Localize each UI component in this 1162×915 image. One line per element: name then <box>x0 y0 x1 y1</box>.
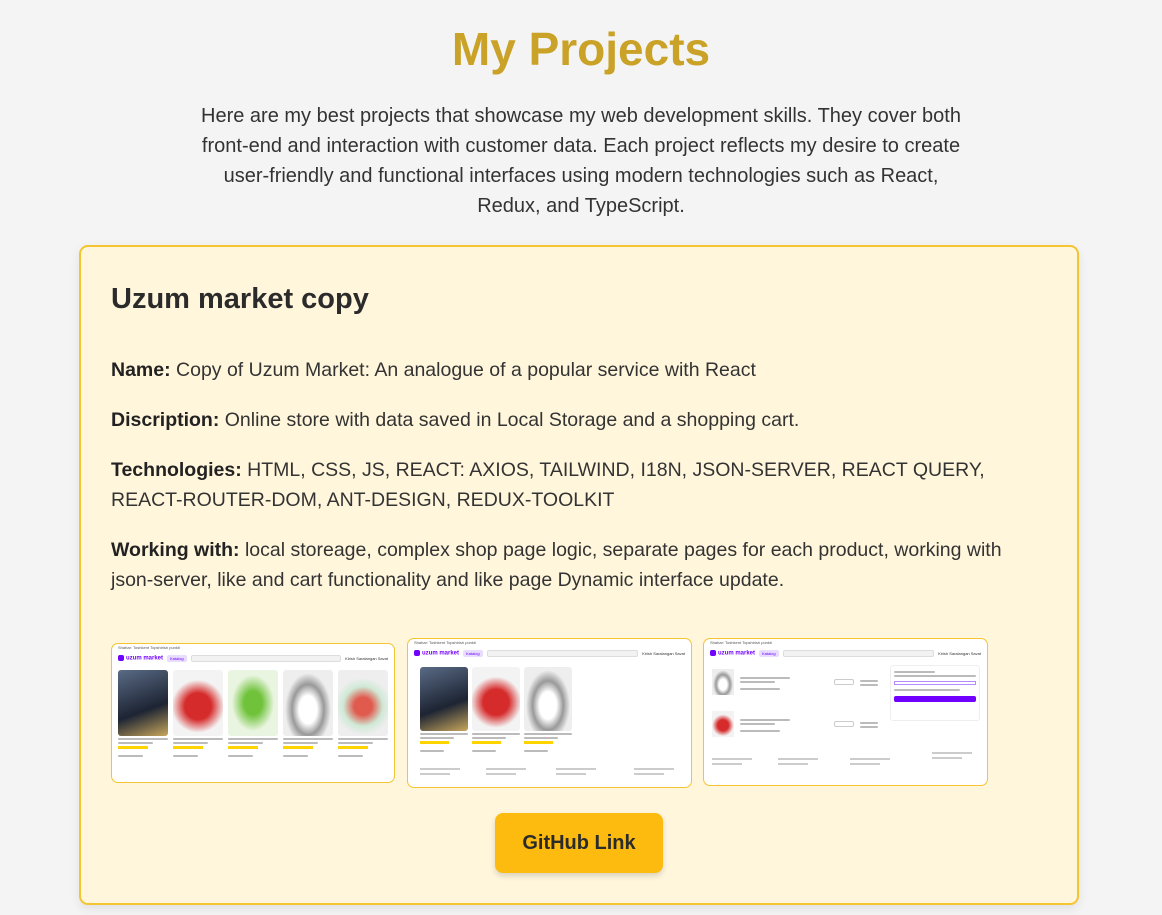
mini-header-links: Kirish Saralangan Savat <box>642 650 685 656</box>
mini-footer-col <box>712 755 752 765</box>
project-technologies-value: HTML, CSS, JS, REACT: AXIOS, TAILWIND, I… <box>111 459 985 511</box>
project-name-value: Copy of Uzum Market: An analogue of a po… <box>170 359 756 381</box>
cart-item <box>712 711 878 737</box>
mini-catalog: Katalog <box>463 649 483 657</box>
mini-header: uzum market Katalog Kirish Saralangan Sa… <box>112 652 394 664</box>
mini-footer-col <box>486 765 526 775</box>
uzum-logo-icon: uzum market <box>710 650 755 656</box>
product-image <box>524 667 572 731</box>
project-description-label: Discription: <box>111 409 220 431</box>
uzum-logo-icon: uzum market <box>414 650 459 656</box>
product-card <box>524 667 572 752</box>
mini-topbar: Shahar: Toshkent Topshirish punkti <box>414 640 476 645</box>
mini-footer-col <box>932 749 972 759</box>
project-screenshot-liked[interactable]: Shahar: Toshkent Topshirish punkti uzum … <box>407 638 692 788</box>
page-title: My Projects <box>451 23 711 75</box>
product-image <box>472 667 520 731</box>
product-image <box>118 670 168 736</box>
mini-topbar: Shahar: Toshkent Topshirish punkti <box>710 640 772 645</box>
project-description-value: Online store with data saved in Local St… <box>219 409 800 431</box>
project-working-with: Working with: local storeage, complex sh… <box>111 535 1031 595</box>
uzum-logo-icon: uzum market <box>118 655 163 661</box>
mini-search <box>782 649 935 657</box>
project-working-label: Working with: <box>111 539 240 561</box>
project-card: Uzum market copy Name: Copy of Uzum Mark… <box>79 245 1079 905</box>
product-image <box>228 670 278 736</box>
project-description: Discription: Online store with data save… <box>111 405 1031 435</box>
mini-footer-col <box>420 765 460 775</box>
cart-item <box>712 669 878 695</box>
project-title: Uzum market copy <box>111 283 369 315</box>
mini-footer-col <box>556 765 596 775</box>
project-technologies-label: Technologies: <box>111 459 242 481</box>
github-link-button[interactable]: GitHub Link <box>495 813 663 873</box>
mini-footer-col <box>778 755 818 765</box>
product-card <box>472 667 520 752</box>
product-image <box>420 667 468 731</box>
product-card <box>173 670 223 757</box>
mini-footer-col <box>850 755 890 765</box>
mini-search <box>486 649 639 657</box>
product-card <box>118 670 168 757</box>
project-screenshot-cart[interactable]: Shahar: Toshkent Topshirish punkti uzum … <box>703 638 988 786</box>
mini-footer-col <box>634 765 674 775</box>
product-card <box>338 670 388 757</box>
project-working-value: local storeage, complex shop page logic,… <box>111 539 1002 591</box>
project-screenshot-home[interactable]: Shahar: Toshkent Topshirish punkti uzum … <box>111 643 395 783</box>
project-name-label: Name: <box>111 359 171 381</box>
mini-catalog: Katalog <box>167 654 187 662</box>
cart-summary <box>890 665 980 721</box>
product-card <box>283 670 333 757</box>
mini-search <box>190 654 342 662</box>
mini-topbar: Shahar: Toshkent Topshirish punkti <box>118 645 180 650</box>
product-image <box>338 670 388 736</box>
product-card <box>228 670 278 757</box>
mini-header: uzum market Katalog Kirish Saralangan Sa… <box>408 647 691 659</box>
mini-header-links: Kirish Saralangan Savat <box>345 655 388 661</box>
product-card <box>420 667 468 752</box>
product-image <box>173 670 223 736</box>
project-name: Name: Copy of Uzum Market: An analogue o… <box>111 355 1031 385</box>
product-image <box>283 670 333 736</box>
mini-header: uzum market Katalog Kirish Saralangan Sa… <box>704 647 987 659</box>
intro-paragraph: Here are my best projects that showcase … <box>201 105 961 217</box>
project-technologies: Technologies: HTML, CSS, JS, REACT: AXIO… <box>111 455 1031 515</box>
mini-header-links: Kirish Saralangan Savat <box>938 650 981 656</box>
mini-catalog: Katalog <box>759 649 779 657</box>
